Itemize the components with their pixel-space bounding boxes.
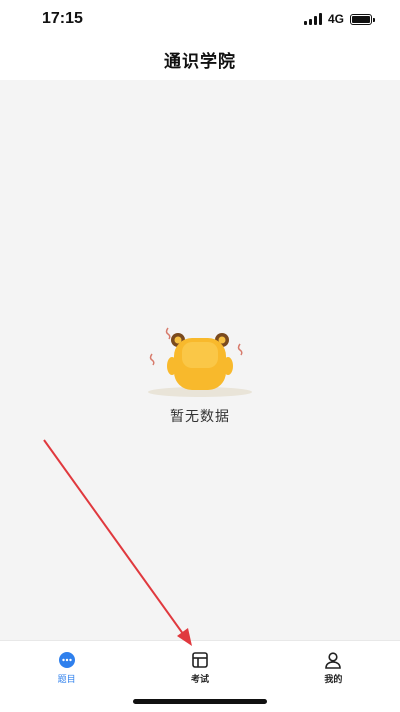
home-indicator <box>133 699 267 704</box>
person-icon <box>325 652 342 669</box>
status-time: 17:15 <box>42 10 83 27</box>
content-area: 暂无数据 <box>0 80 400 640</box>
status-indicators: 4G <box>303 11 375 27</box>
status-bar: 17:15 4G <box>0 0 400 38</box>
empty-state: 暂无数据 <box>0 320 400 426</box>
tab-questions[interactable]: 题目 <box>0 641 133 712</box>
exam-card-icon <box>192 652 208 668</box>
tab-questions-label: 题目 <box>57 675 76 685</box>
signal-icon <box>303 13 322 25</box>
nav-bar: 通识学院 <box>0 38 400 80</box>
page-title: 通识学院 <box>164 51 236 72</box>
network-type: 4G <box>327 12 344 26</box>
tab-exam-label: 考试 <box>190 675 209 685</box>
battery-icon <box>350 13 375 25</box>
tab-mine-label: 我的 <box>324 675 343 685</box>
chat-bubble-icon <box>58 652 75 668</box>
empty-mascot-illustration <box>148 327 252 397</box>
tab-mine[interactable]: 我的 <box>267 641 400 712</box>
empty-state-text: 暂无数据 <box>170 409 230 425</box>
